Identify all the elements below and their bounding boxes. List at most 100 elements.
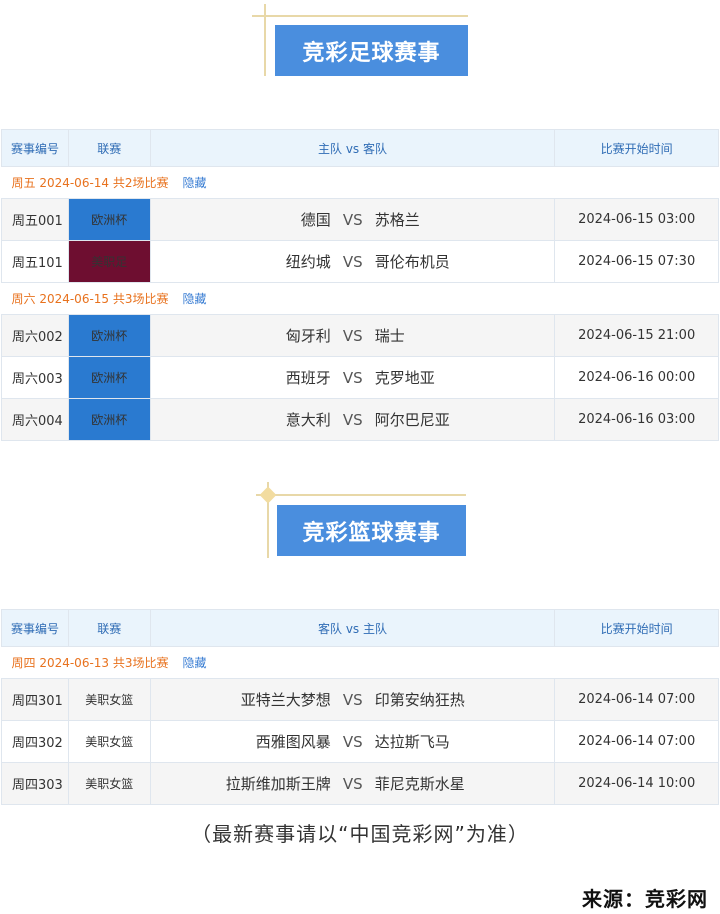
- team-first: 纽约城: [285, 253, 331, 271]
- match-row: 周五001 欧洲杯 德国 VS 苏格兰 2024-06-15 03:00: [1, 198, 719, 241]
- team-first: 匈牙利: [285, 327, 331, 345]
- date-group-label: 周四 2024-06-13 共3场比赛: [11, 656, 169, 670]
- basketball-section-title: 竞彩篮球赛事: [277, 505, 466, 556]
- football-section-title: 竞彩足球赛事: [275, 25, 468, 76]
- match-row: 周六003 欧洲杯 西班牙 VS 克罗地亚 2024-06-16 00:00: [1, 356, 719, 399]
- disclaimer-note: （最新赛事请以“中国竞彩网”为准）: [191, 822, 529, 846]
- start-time: 2024-06-16 00:00: [554, 356, 719, 399]
- teams-line: 德国 VS 苏格兰: [151, 209, 555, 230]
- vs-label: VS: [342, 774, 363, 793]
- team-second: 达拉斯飞马: [374, 733, 450, 751]
- teams-cell: 匈牙利 VS 瑞士: [149, 314, 556, 357]
- start-time: 2024-06-14 07:00: [554, 678, 719, 721]
- basketball-table-body: 周四 2024-06-13 共3场比赛 隐藏 周四301 美职女篮 亚特兰大梦想 VS 印第…: [1, 646, 719, 805]
- date-group-cell: 周四 2024-06-13 共3场比赛 隐藏: [1, 646, 719, 679]
- vs-label: VS: [342, 210, 363, 229]
- hide-group-link[interactable]: 隐藏: [183, 656, 207, 670]
- team-second: 瑞士: [374, 327, 405, 345]
- basketball-table: 赛事编号 联赛 客队 vs 主队 比赛开始时间 周四 2024-06-13 共3…: [1, 609, 719, 805]
- vs-label: VS: [342, 690, 363, 709]
- match-number: 周六004: [1, 398, 69, 441]
- match-row: 周五101 美职足 纽约城 VS 哥伦布机员 2024-06-15 07:30: [1, 240, 719, 283]
- date-group-cell: 周六 2024-06-15 共3场比赛 隐藏: [1, 282, 719, 315]
- match-number: 周六003: [1, 356, 69, 399]
- football-table-body: 周五 2024-06-14 共2场比赛 隐藏 周五001 欧洲杯 德国 VS 苏格兰 2024…: [1, 166, 719, 441]
- teams-cell: 德国 VS 苏格兰: [149, 198, 556, 241]
- team-first: 德国: [300, 211, 331, 229]
- teams-line: 亚特兰大梦想 VS 印第安纳狂热: [151, 689, 555, 710]
- match-row: 周六002 欧洲杯 匈牙利 VS 瑞士 2024-06-15 21:00: [1, 314, 719, 357]
- match-number: 周五001: [1, 198, 69, 241]
- teams-line: 西雅图风暴 VS 达拉斯飞马: [151, 731, 555, 752]
- teams-cell: 西雅图风暴 VS 达拉斯飞马: [149, 720, 556, 763]
- teams-cell: 亚特兰大梦想 VS 印第安纳狂热: [149, 678, 556, 721]
- teams-line: 意大利 VS 阿尔巴尼亚: [151, 409, 555, 430]
- league-badge: 美职女篮: [67, 720, 151, 763]
- vs-label: VS: [342, 410, 363, 429]
- start-time: 2024-06-14 10:00: [554, 762, 719, 805]
- team-second: 哥伦布机员: [374, 253, 450, 271]
- date-group-row: 周四 2024-06-13 共3场比赛 隐藏: [1, 646, 719, 679]
- match-row: 周四303 美职女篮 拉斯维加斯王牌 VS 菲尼克斯水星 2024-06-14 10:00: [1, 762, 719, 805]
- header-match-number: 赛事编号: [1, 609, 69, 647]
- header-league: 联赛: [67, 609, 151, 647]
- title-decoration-line: [252, 15, 468, 17]
- league-badge: 美职女篮: [67, 762, 151, 805]
- league-badge: 欧洲杯: [67, 356, 151, 399]
- team-first: 拉斯维加斯王牌: [225, 775, 331, 793]
- match-row: 周六004 欧洲杯 意大利 VS 阿尔巴尼亚 2024-06-16 03:00: [1, 398, 719, 441]
- vs-label: VS: [342, 326, 363, 345]
- team-first: 亚特兰大梦想: [240, 691, 331, 709]
- team-second: 苏格兰: [374, 211, 420, 229]
- source-credit: 来源：竞彩网: [582, 887, 708, 911]
- teams-cell: 纽约城 VS 哥伦布机员: [149, 240, 556, 283]
- vs-label: VS: [342, 732, 363, 751]
- league-badge: 欧洲杯: [67, 198, 151, 241]
- start-time: 2024-06-15 07:30: [554, 240, 719, 283]
- date-group-cell: 周五 2024-06-14 共2场比赛 隐藏: [1, 166, 719, 199]
- match-number: 周六002: [1, 314, 69, 357]
- header-teams: 主队 vs 客队: [149, 129, 556, 167]
- league-badge: 欧洲杯: [67, 314, 151, 357]
- date-group-row: 周五 2024-06-14 共2场比赛 隐藏: [1, 166, 719, 199]
- header-start-time: 比赛开始时间: [554, 129, 719, 167]
- football-table: 赛事编号 联赛 主队 vs 客队 比赛开始时间 周五 2024-06-14 共2…: [1, 129, 719, 441]
- teams-cell: 西班牙 VS 克罗地亚: [149, 356, 556, 399]
- teams-cell: 拉斯维加斯王牌 VS 菲尼克斯水星: [149, 762, 556, 805]
- table-header-row: 赛事编号 联赛 客队 vs 主队 比赛开始时间: [1, 609, 719, 647]
- match-number: 周四302: [1, 720, 69, 763]
- vs-label: VS: [342, 252, 363, 271]
- teams-line: 纽约城 VS 哥伦布机员: [151, 251, 555, 272]
- title-decoration-line: [256, 494, 466, 496]
- title-decoration-line: [264, 4, 266, 76]
- match-number: 周四303: [1, 762, 69, 805]
- header-start-time: 比赛开始时间: [554, 609, 719, 647]
- vs-label: VS: [342, 368, 363, 387]
- start-time: 2024-06-14 07:00: [554, 720, 719, 763]
- league-badge: 美职女篮: [67, 678, 151, 721]
- start-time: 2024-06-16 03:00: [554, 398, 719, 441]
- hide-group-link[interactable]: 隐藏: [183, 292, 207, 306]
- date-group-label: 周五 2024-06-14 共2场比赛: [11, 176, 169, 190]
- title-decoration-diamond: [259, 486, 277, 504]
- team-first: 西雅图风暴: [255, 733, 331, 751]
- teams-line: 匈牙利 VS 瑞士: [151, 325, 555, 346]
- hide-group-link[interactable]: 隐藏: [183, 176, 207, 190]
- match-row: 周四301 美职女篮 亚特兰大梦想 VS 印第安纳狂热 2024-06-14 07:00: [1, 678, 719, 721]
- date-group-label: 周六 2024-06-15 共3场比赛: [11, 292, 169, 306]
- teams-cell: 意大利 VS 阿尔巴尼亚: [149, 398, 556, 441]
- header-match-number: 赛事编号: [1, 129, 69, 167]
- match-number: 周五101: [1, 240, 69, 283]
- header-teams: 客队 vs 主队: [149, 609, 556, 647]
- team-second: 阿尔巴尼亚: [374, 411, 450, 429]
- league-badge: 美职足: [67, 240, 151, 283]
- start-time: 2024-06-15 21:00: [554, 314, 719, 357]
- teams-line: 西班牙 VS 克罗地亚: [151, 367, 555, 388]
- team-second: 菲尼克斯水星: [374, 775, 465, 793]
- football-title-block: 竞彩足球赛事: [0, 0, 720, 90]
- match-row: 周四302 美职女篮 西雅图风暴 VS 达拉斯飞马 2024-06-14 07:00: [1, 720, 719, 763]
- team-first: 西班牙: [285, 369, 331, 387]
- match-number: 周四301: [1, 678, 69, 721]
- team-first: 意大利: [285, 411, 331, 429]
- teams-line: 拉斯维加斯王牌 VS 菲尼克斯水星: [151, 773, 555, 794]
